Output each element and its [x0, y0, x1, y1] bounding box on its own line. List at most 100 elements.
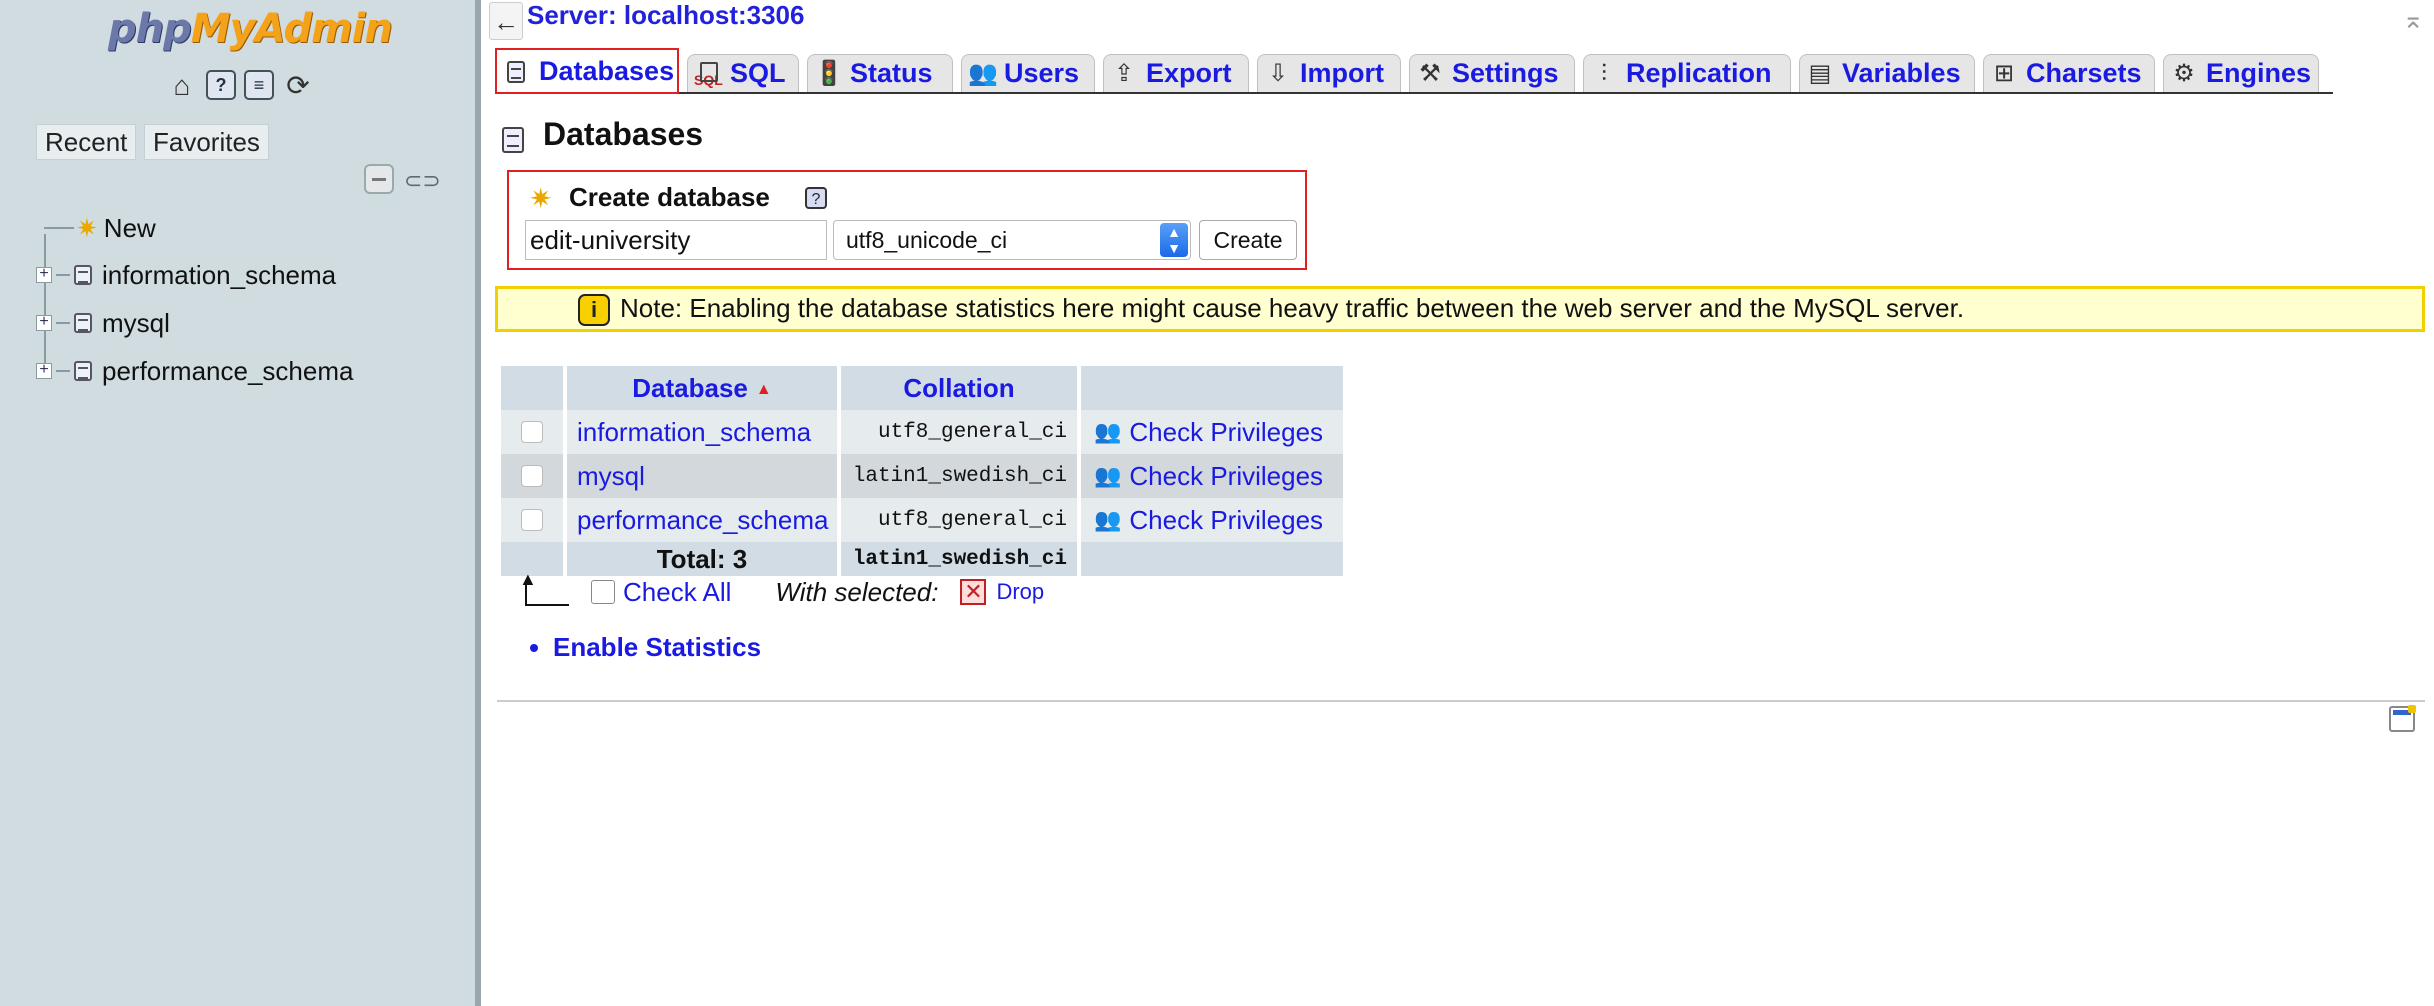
check-privileges-icon[interactable]: 👥 — [1094, 419, 1121, 445]
table-row: performance_schema utf8_general_ci 👥 Chec… — [501, 498, 1343, 542]
tab-replication[interactable]: ⫶ Replication — [1583, 54, 1791, 92]
tab-variables[interactable]: ▤ Variables — [1799, 54, 1975, 92]
sql-docs-icon[interactable]: ≡ — [244, 70, 274, 100]
header-database[interactable]: Database ▲ — [567, 366, 837, 410]
tab-label: Engines — [2206, 58, 2312, 88]
select-arrow-icon: ▲ — [517, 570, 569, 610]
favorites-tab[interactable]: Favorites — [144, 124, 269, 160]
nav-icon-bar: ⌂ ? ≡ ⟳ — [166, 70, 314, 102]
tree-branch-line — [56, 274, 70, 276]
home-icon[interactable]: ⌂ — [166, 70, 198, 102]
with-selected-label: With selected: — [775, 576, 939, 607]
expand-icon[interactable]: + — [36, 266, 52, 283]
logo-php-text: php — [108, 6, 192, 52]
tree-item-new[interactable]: ✷ New — [44, 208, 156, 248]
statistics-list: Enable Statistics — [517, 632, 761, 663]
check-privileges-icon[interactable]: 👥 — [1094, 507, 1121, 533]
phpmyadmin-logo[interactable]: phpMyAdmin — [108, 2, 393, 56]
action-cell: 👥 Check Privileges — [1081, 410, 1343, 454]
tab-label: Databases — [539, 55, 675, 86]
page-title: Databases — [543, 116, 704, 152]
help-icon[interactable]: ? — [805, 187, 827, 209]
row-checkbox[interactable] — [521, 509, 543, 531]
tab-users[interactable]: 👥 Users — [961, 54, 1095, 92]
tab-label: SQL — [730, 58, 786, 88]
import-icon: ⇩ — [1267, 59, 1289, 87]
tab-databases[interactable]: Databases — [495, 48, 679, 94]
table-total-row: Total: 3 latin1_swedish_ci — [501, 542, 1343, 576]
tab-label: Import — [1300, 58, 1384, 88]
expand-icon[interactable]: + — [36, 362, 52, 379]
collapse-all-icon[interactable] — [364, 164, 394, 194]
expand-icon[interactable]: + — [36, 314, 52, 331]
check-all-checkbox[interactable] — [591, 580, 615, 604]
server-breadcrumb[interactable]: Server: localhost:3306 — [527, 0, 804, 31]
tree-branch-line — [56, 370, 70, 372]
reload-icon[interactable]: ⟳ — [282, 70, 314, 102]
tab-label: Variables — [1842, 58, 1961, 88]
database-link[interactable]: information_schema — [567, 410, 837, 454]
tree-item-performance-schema[interactable]: + performance_schema — [36, 351, 353, 391]
collapse-top-menu-icon[interactable]: ⌅ — [2402, 4, 2424, 35]
row-checkbox-cell — [501, 498, 563, 542]
database-icon — [499, 124, 527, 154]
logo-myadmin-text: MyAdmin — [190, 6, 393, 52]
tab-label: Users — [1004, 58, 1080, 88]
new-database-icon: ✷ — [529, 183, 553, 214]
check-all-label[interactable]: Check All — [623, 577, 731, 608]
database-link[interactable]: mysql — [567, 454, 837, 498]
back-arrow-icon[interactable]: ← — [489, 2, 523, 40]
database-icon — [72, 261, 96, 289]
tab-import[interactable]: ⇩ Import — [1257, 54, 1401, 92]
tree-branch-line — [56, 322, 70, 324]
tab-export[interactable]: ⇪ Export — [1103, 54, 1249, 92]
check-privileges-link[interactable]: Check Privileges — [1129, 461, 1323, 492]
tree-item-label[interactable]: information_schema — [102, 260, 336, 291]
total-collation: latin1_swedish_ci — [841, 542, 1077, 576]
collation-value: latin1_swedish_ci — [841, 454, 1077, 498]
tab-settings[interactable]: ⚒ Settings — [1409, 54, 1575, 92]
database-name-input[interactable] — [525, 220, 827, 260]
settings-icon: ⚒ — [1419, 59, 1441, 87]
header-checkbox-column — [501, 366, 563, 410]
tree-branch-line — [44, 227, 74, 229]
export-icon: ⇪ — [1113, 59, 1135, 87]
drop-button[interactable]: Drop — [996, 579, 1044, 605]
tab-charsets[interactable]: ⊞ Charsets — [1983, 54, 2155, 92]
header-collation[interactable]: Collation — [841, 366, 1077, 410]
tab-engines[interactable]: ⚙ Engines — [2163, 54, 2319, 92]
database-link[interactable]: performance_schema — [567, 498, 837, 542]
drop-icon[interactable]: ✕ — [960, 579, 987, 605]
status-icon: 🚦 — [814, 59, 844, 87]
table-header-row: Database ▲ Collation — [501, 366, 1343, 410]
link-with-main-icon[interactable]: ⊂⊃ — [404, 170, 441, 192]
tree-item-label[interactable]: mysql — [102, 308, 170, 339]
tab-sql[interactable]: SQL SQL — [687, 54, 799, 92]
check-privileges-link[interactable]: Check Privileges — [1129, 505, 1323, 536]
action-cell: 👥 Check Privileges — [1081, 454, 1343, 498]
recent-tab[interactable]: Recent — [36, 124, 137, 160]
help-icon[interactable]: ? — [206, 70, 236, 100]
console-icon[interactable] — [2389, 705, 2416, 732]
row-checkbox-cell — [501, 410, 563, 454]
tab-label: Status — [850, 58, 933, 88]
tree-item-information-schema[interactable]: + information_schema — [36, 255, 336, 295]
main-content: ← Server: localhost:3306 ⌅ Databases SQL… — [487, 0, 2434, 1006]
action-cell: 👥 Check Privileges — [1081, 498, 1343, 542]
row-checkbox[interactable] — [521, 421, 543, 443]
tree-item-label[interactable]: performance_schema — [102, 356, 353, 387]
users-icon: 👥 — [968, 59, 998, 87]
check-privileges-link[interactable]: Check Privileges — [1129, 417, 1323, 448]
check-privileges-icon[interactable]: 👥 — [1094, 463, 1121, 489]
collation-value: utf8_general_ci — [841, 410, 1077, 454]
databases-table: Database ▲ Collation information_schema u… — [497, 366, 1347, 576]
row-checkbox[interactable] — [521, 465, 543, 487]
create-button[interactable]: Create — [1199, 220, 1297, 260]
header-database-label[interactable]: Database — [632, 373, 748, 403]
collation-select[interactable]: utf8_unicode_ci ▲ ▼ — [833, 220, 1191, 260]
header-actions — [1081, 366, 1343, 410]
enable-statistics-link[interactable]: Enable Statistics — [553, 632, 761, 663]
tree-item-mysql[interactable]: + mysql — [36, 303, 170, 343]
tab-label: Settings — [1452, 58, 1559, 88]
tab-status[interactable]: 🚦 Status — [807, 54, 953, 92]
